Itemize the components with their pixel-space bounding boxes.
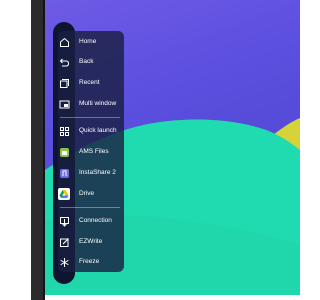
menu-item-label: Back (79, 58, 94, 65)
screen-bottom-edge (45, 295, 300, 300)
instashare-icon (57, 166, 71, 180)
connection-icon (57, 214, 71, 228)
menu-item-quick-launch[interactable]: Quick launch (53, 123, 125, 139)
menu-item-label: Multi window (79, 100, 117, 107)
menu-item-label: AMS Files (79, 148, 109, 155)
display-bezel (31, 0, 43, 300)
menu-item-label: InstaShare 2 (79, 169, 116, 176)
back-arrow-icon (57, 55, 71, 69)
ezwrite-icon (57, 235, 71, 249)
grid-icon (57, 124, 71, 138)
menu-item-home[interactable]: Home (53, 34, 125, 50)
freeze-icon (57, 255, 71, 269)
menu-item-label: Quick launch (79, 127, 117, 134)
menu-item-label: Connection (79, 217, 112, 224)
menu-item-label: Recent (79, 79, 100, 86)
recent-apps-icon (57, 76, 71, 90)
menu-item-connection[interactable]: Connection (53, 213, 125, 229)
menu-item-label: Home (79, 38, 97, 45)
menu-item-back[interactable]: Back (53, 54, 125, 70)
menu-item-recent[interactable]: Recent (53, 75, 125, 91)
display-screen: Home Back Recent Multi window Quick laun… (0, 0, 300, 300)
ams-files-icon (57, 145, 71, 159)
menu-item-label: Freeze (79, 258, 100, 265)
menu-divider (60, 117, 120, 118)
menu-item-label: EZWrite (79, 238, 103, 245)
menu-item-drive[interactable]: Drive (53, 186, 125, 202)
home-icon (57, 35, 71, 49)
multi-window-icon (57, 97, 71, 111)
google-drive-icon (57, 187, 71, 201)
menu-item-label: Drive (79, 190, 95, 197)
menu-item-ams-files[interactable]: AMS Files (53, 144, 125, 160)
menu-item-freeze[interactable]: Freeze (53, 254, 125, 270)
menu-item-ezwrite[interactable]: EZWrite (53, 234, 125, 250)
menu-item-multi-window[interactable]: Multi window (53, 96, 125, 112)
menu-divider (60, 207, 120, 208)
menu-item-instashare[interactable]: InstaShare 2 (53, 165, 125, 181)
